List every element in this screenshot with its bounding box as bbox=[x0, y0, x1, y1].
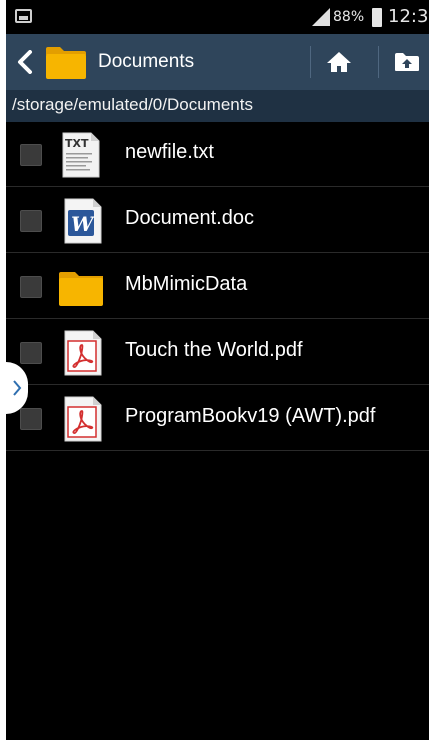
checkbox[interactable] bbox=[20, 210, 42, 232]
folder-up-icon[interactable] bbox=[394, 52, 420, 72]
folder-icon[interactable] bbox=[45, 45, 87, 80]
checkbox[interactable] bbox=[20, 276, 42, 298]
file-name: ProgramBookv19 (AWT).pdf bbox=[125, 405, 376, 427]
status-bar: 88% 12:31 bbox=[6, 0, 429, 34]
battery-percent: 88% bbox=[333, 9, 365, 25]
file-name: newfile.txt bbox=[125, 141, 214, 163]
list-item[interactable]: MbMimicData bbox=[6, 254, 429, 319]
chevron-right-icon bbox=[13, 380, 22, 396]
list-item[interactable]: ProgramBookv19 (AWT).pdf bbox=[6, 386, 429, 451]
txt-file-icon: TXT bbox=[62, 132, 100, 178]
back-icon[interactable] bbox=[16, 50, 34, 74]
pdf-file-icon bbox=[64, 330, 102, 376]
action-bar: Documents bbox=[6, 34, 429, 90]
file-name: Touch the World.pdf bbox=[125, 339, 303, 361]
file-name: Document.doc bbox=[125, 207, 254, 229]
list-item[interactable]: Touch the World.pdf bbox=[6, 320, 429, 385]
page-title[interactable]: Documents bbox=[98, 51, 194, 73]
checkbox[interactable] bbox=[20, 144, 42, 166]
clock: 12:31 bbox=[388, 6, 429, 27]
list-item[interactable]: W Document.doc bbox=[6, 188, 429, 253]
gallery-notification-icon bbox=[15, 9, 32, 23]
breadcrumb: /storage/emulated/0/Documents bbox=[6, 90, 429, 122]
list-item[interactable]: TXT newfile.txt bbox=[6, 122, 429, 187]
checkbox[interactable] bbox=[20, 408, 42, 430]
home-icon[interactable] bbox=[326, 51, 352, 73]
battery-icon bbox=[372, 8, 382, 27]
word-file-icon: W bbox=[64, 198, 102, 244]
pdf-file-icon bbox=[64, 396, 102, 442]
divider bbox=[378, 46, 379, 78]
word-icon-label: W bbox=[71, 212, 96, 236]
txt-icon-label: TXT bbox=[65, 137, 89, 150]
signal-icon bbox=[312, 8, 330, 26]
screen: 88% 12:31 Documents /storage/emulated/0/… bbox=[6, 0, 429, 740]
file-name: MbMimicData bbox=[125, 273, 248, 295]
divider bbox=[310, 46, 311, 78]
checkbox[interactable] bbox=[20, 342, 42, 364]
folder-icon bbox=[59, 272, 103, 306]
